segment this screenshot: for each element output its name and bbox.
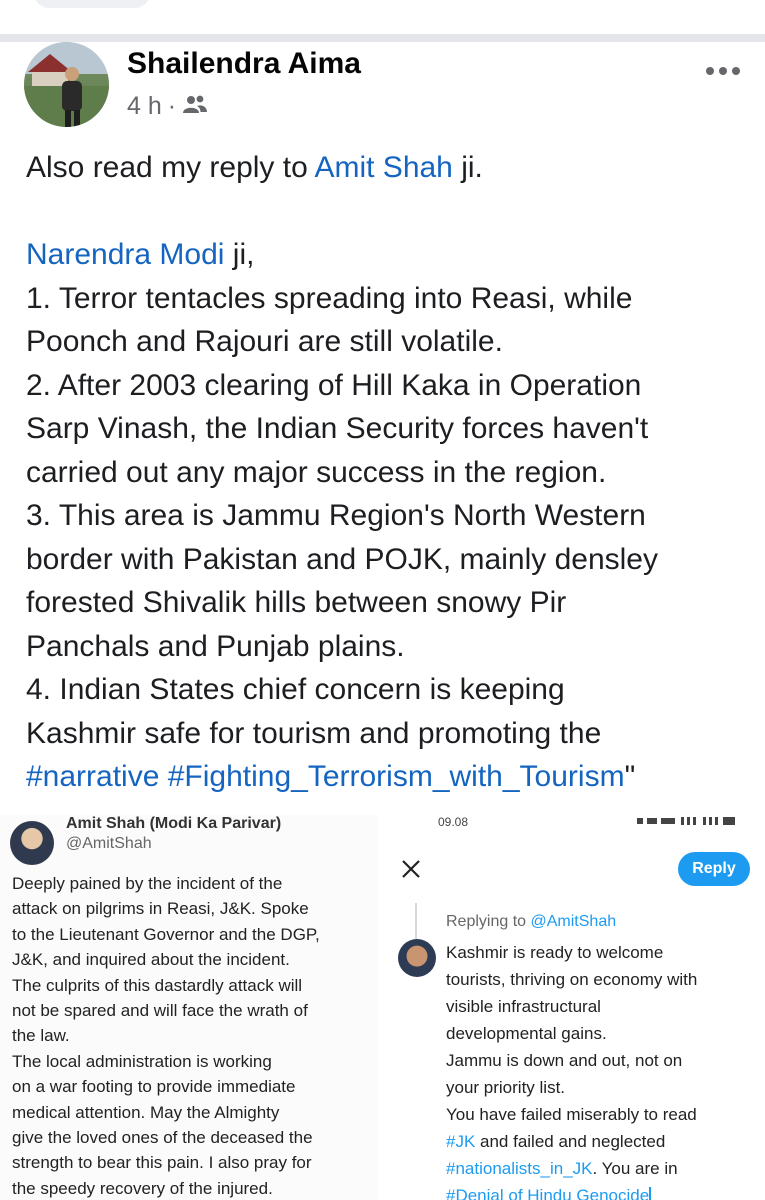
post-line: 2. After 2003 clearing of Hill Kaka in O… <box>26 368 642 402</box>
close-icon[interactable] <box>401 853 421 887</box>
tweet-line: the speedy recovery of the injured. <box>12 1178 273 1198</box>
tweet-author-name: Amit Shah (Modi Ka Parivar) <box>66 815 282 832</box>
hashtag-denial[interactable]: #Denial of Hindu Genocide <box>446 1186 649 1200</box>
previous-post-strip <box>0 0 765 34</box>
hashtag-jk[interactable]: #JK <box>446 1132 475 1151</box>
hashtag-links[interactable]: #narrative #Fighting_Terrorism_with_Tour… <box>26 760 625 793</box>
post-line: 3. This area is Jammu Region's North Wes… <box>26 499 646 532</box>
reply-line: Jammu is down and out, not on <box>446 1051 683 1070</box>
tweet-author-handle: @AmitShah <box>66 835 152 852</box>
post-time[interactable]: 4 h <box>127 92 162 121</box>
tweet-line: medical attention. May the Almighty <box>12 1102 280 1122</box>
post-line: 4. Indian States chief concern is keepin… <box>26 673 565 706</box>
reply-line: #Denial of Hindu Genocide <box>446 1182 756 1200</box>
mention-amit-shah[interactable]: Amit Shah <box>314 151 452 184</box>
meta-dot: · <box>167 92 177 120</box>
text-cursor <box>649 1186 652 1200</box>
reply-line: tourists, thriving on economy with <box>446 970 698 989</box>
status-bar-time: 09.08 <box>438 815 469 829</box>
post-line: border with Pakistan and POJK, mainly de… <box>26 542 658 576</box>
author-name[interactable]: Shailendra Aima <box>127 47 361 81</box>
tweet-line: The culprits of this dastardly attack wi… <box>12 975 303 995</box>
reply-line: visible infrastructural <box>446 997 601 1016</box>
tweet-line: on a war footing to provide immediate <box>12 1077 296 1097</box>
tweet-line: J&K, and inquired about the incident. <box>12 950 290 970</box>
tweet-line: give the loved ones of the deceased the <box>12 1128 313 1148</box>
tweet-line: to the Lieutenant Governor and the DGP, <box>12 924 320 944</box>
post-text: Also read my reply to Amit Shah ji. Nare… <box>26 146 751 799</box>
tweet-line: The local administration is working <box>12 1051 272 1071</box>
post-line: Poonch and Rajouri are still volatile. <box>26 325 503 358</box>
previous-post-button[interactable] <box>34 0 150 8</box>
more-options-icon[interactable] <box>705 46 741 85</box>
feed-separator <box>0 34 765 42</box>
reply-body[interactable]: Kashmir is ready to welcome tourists, th… <box>446 939 756 1200</box>
replying-to: Replying to @AmitShah <box>446 913 617 930</box>
post-line: Panchals and Punjab plains. <box>26 629 405 663</box>
post-line: Kashmir safe for tourism and promoting t… <box>26 716 602 750</box>
tweet-avatar <box>10 821 54 865</box>
post-line: Sarp Vinash, the Indian Security forces … <box>26 412 649 445</box>
author-avatar[interactable] <box>24 42 109 127</box>
tweet-body: Deeply pained by the incident of the att… <box>12 871 372 1200</box>
tweet-line: Deeply pained by the incident of the <box>12 874 283 893</box>
tweet-line: attack on pilgrims in Reasi, J&K. Spoke <box>12 899 309 919</box>
reply-avatar <box>398 939 436 977</box>
mention-narendra-modi[interactable]: Narendra Modi <box>26 238 224 271</box>
thread-line <box>415 903 417 943</box>
tweet-line: strength to bear this pain. I also pray … <box>12 1153 312 1173</box>
reply-line: #nationalists_in_JK. You are in <box>446 1159 678 1178</box>
reply-line: Kashmir is ready to welcome <box>446 943 664 962</box>
replying-handle[interactable]: @AmitShah <box>531 913 617 930</box>
friends-icon <box>182 92 208 121</box>
attached-screenshots[interactable]: Amit Shah (Modi Ka Parivar) @AmitShah De… <box>0 815 765 1200</box>
tweet-line: the law. <box>12 1026 70 1046</box>
post-line: carried out any major success in the reg… <box>26 455 607 489</box>
post-line: forested Shivalik hills between snowy Pi… <box>26 586 567 619</box>
reply-line: your priority list. <box>446 1078 566 1097</box>
post-intro: Also read my reply to Amit Shah ji. <box>26 151 483 184</box>
hashtag-nationalists[interactable]: #nationalists_in_JK <box>446 1159 592 1178</box>
post-hashtags-line: #narrative #Fighting_Terrorism_with_Tour… <box>26 760 636 793</box>
reply-line: #JK and failed and neglected <box>446 1132 666 1151</box>
reply-button[interactable]: Reply <box>678 852 750 886</box>
screenshot-reply-compose[interactable]: 09.08 Reply Replying to @AmitShah Kashmi… <box>386 815 765 1200</box>
reply-line: You have failed miserably to read <box>446 1105 697 1124</box>
screenshot-amit-shah-tweet[interactable]: Amit Shah (Modi Ka Parivar) @AmitShah De… <box>0 815 378 1200</box>
tweet-line: not be spared and will face the wrath of <box>12 1001 308 1021</box>
post-line: 1. Terror tentacles spreading into Reasi… <box>26 281 633 315</box>
status-bar-icons <box>637 815 737 830</box>
reply-line: developmental gains. <box>446 1024 607 1043</box>
post-meta: 4 h · <box>127 92 208 121</box>
post-salutation: Narendra Modi ji, <box>26 238 255 271</box>
